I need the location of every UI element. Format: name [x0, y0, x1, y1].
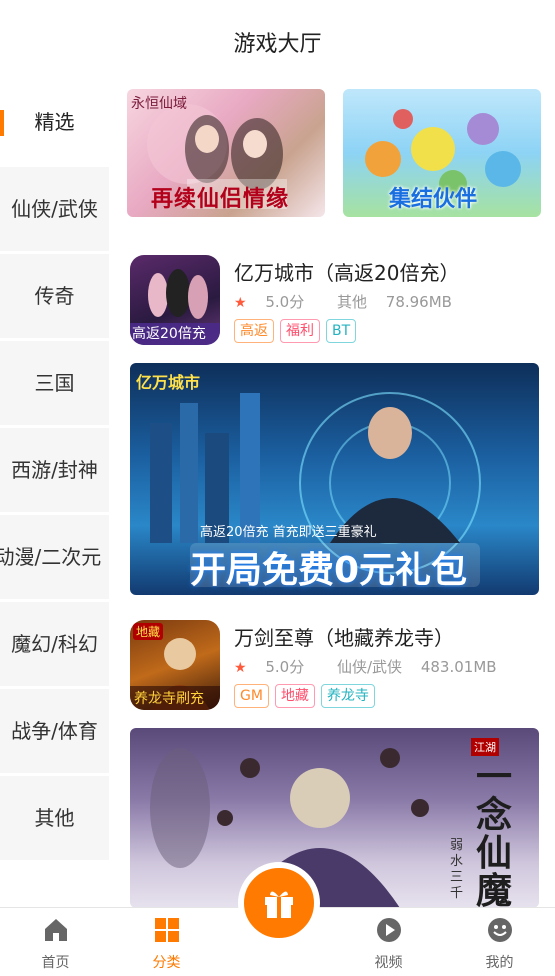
game-tags: 高返 福利 BT [234, 319, 357, 343]
sidebar-item-journey-west[interactable]: 西游/封神 [0, 428, 109, 512]
game-icon-text: 养龙寺刷充 [134, 691, 204, 707]
sidebar-item-three-kingdoms[interactable]: 三国 [0, 341, 109, 425]
gift-icon [265, 891, 293, 918]
game-banner-city[interactable]: 亿万城市 高返20倍充 首充即送三重豪礼 开局免费0元礼包 [130, 363, 539, 595]
sidebar-item-war-sports[interactable]: 战争/体育 [0, 689, 109, 773]
tab-category[interactable]: 分类 [111, 908, 222, 976]
smile-icon [487, 918, 512, 942]
banner-subtitle: 高返20倍充 首充即送三重豪礼 [200, 525, 377, 540]
tag: 高返 [234, 319, 274, 343]
game-banner-xianmo[interactable]: 江湖 一念仙魔 弱水三千 [130, 728, 539, 908]
page-title: 游戏大厅 [233, 32, 322, 57]
game-category: 仙侠/武侠 [336, 658, 403, 676]
page-header: 游戏大厅 [0, 0, 555, 86]
banner-fantasy-romance[interactable]: 永恒仙域 再续仙侣情缘 [127, 89, 325, 217]
home-icon [44, 919, 67, 941]
sidebar-item-fantasy-scifi[interactable]: 魔幻/科幻 [0, 602, 109, 686]
game-size: 78.96MB [385, 293, 452, 311]
game-icon: 高返20倍充 [130, 255, 220, 345]
sidebar-item-label: 仙侠/武侠 [11, 197, 98, 221]
sidebar-item-other[interactable]: 其他 [0, 776, 109, 860]
play-icon [376, 918, 401, 942]
sidebar-item-label: 传奇 [34, 284, 75, 308]
banner-headline: 开局免费0元礼包 [190, 550, 468, 591]
sidebar-item-xianxia[interactable]: 仙侠/武侠 [0, 167, 109, 251]
sidebar-item-label: 西游/封神 [11, 458, 98, 482]
banner-side-text: 弱水三千 [450, 838, 464, 901]
game-list-item[interactable]: 地藏 养龙寺刷充 万剑至尊（地藏养龙寺） ★ 5.0分 仙侠/武侠 483.01… [130, 620, 545, 715]
grid-icon [154, 918, 179, 942]
game-rating: 5.0分 [265, 293, 305, 311]
sidebar-item-legend[interactable]: 传奇 [0, 254, 109, 338]
game-size: 483.01MB [420, 658, 497, 676]
sidebar-item-label: 魔幻/科幻 [11, 632, 98, 656]
tab-label: 首页 [41, 955, 70, 971]
tag: 福利 [280, 319, 320, 343]
sidebar-item-anime[interactable]: 动漫/二次元 [0, 515, 109, 599]
game-icon-badge: 地藏 [133, 623, 164, 640]
tab-video[interactable]: 视频 [333, 908, 444, 976]
sidebar-item-label: 其他 [34, 806, 75, 830]
game-icon-text: 高返20倍充 [132, 326, 206, 342]
banner-logo: 永恒仙域 [131, 96, 187, 112]
sidebar-item-label: 三国 [34, 371, 75, 395]
tab-mine[interactable]: 我的 [444, 908, 555, 976]
game-rating: 5.0分 [265, 658, 305, 676]
tab-home[interactable]: 首页 [0, 908, 111, 976]
star-icon: ★ [234, 660, 247, 676]
active-indicator [0, 110, 4, 136]
sidebar-item-featured[interactable]: 精选 [0, 80, 109, 164]
sidebar-item-label: 动漫/二次元 [0, 545, 102, 569]
banner-headline: 一念仙魔 [476, 756, 513, 908]
banner-logo: 亿万城市 [136, 373, 201, 392]
tag: BT [326, 319, 357, 343]
sidebar-item-label: 精选 [34, 110, 75, 134]
tag: GM [234, 684, 269, 708]
tag: 养龙寺 [320, 684, 375, 708]
game-title: 亿万城市（高返20倍充） [234, 261, 460, 285]
category-sidebar: 精选 仙侠/武侠 传奇 三国 西游/封神 动漫/二次元 魔幻/科幻 战争/体育 … [0, 80, 109, 863]
game-list-item[interactable]: 高返20倍充 亿万城市（高返20倍充） ★ 5.0分 其他 78.96MB 高返… [130, 255, 545, 350]
banner-caption: 集结伙伴 [389, 187, 478, 212]
banner-pokemon[interactable]: 集结伙伴 [343, 89, 541, 217]
game-icon: 地藏 养龙寺刷充 [130, 620, 220, 710]
game-meta: ★ 5.0分 仙侠/武侠 483.01MB [234, 656, 511, 677]
game-tags: GM 地藏 养龙寺 [234, 684, 375, 708]
gift-button[interactable] [238, 862, 320, 944]
game-category: 其他 [336, 293, 367, 311]
sidebar-item-label: 战争/体育 [11, 719, 98, 743]
game-title: 万剑至尊（地藏养龙寺） [234, 626, 454, 650]
banner-caption: 再续仙侣情缘 [151, 186, 290, 212]
star-icon: ★ [234, 295, 247, 311]
banner-badge: 江湖 [471, 738, 499, 756]
tab-label: 我的 [485, 955, 514, 971]
tag: 地藏 [274, 684, 315, 708]
tab-label: 视频 [374, 955, 403, 971]
tab-label: 分类 [152, 955, 181, 971]
game-meta: ★ 5.0分 其他 78.96MB [234, 291, 466, 312]
